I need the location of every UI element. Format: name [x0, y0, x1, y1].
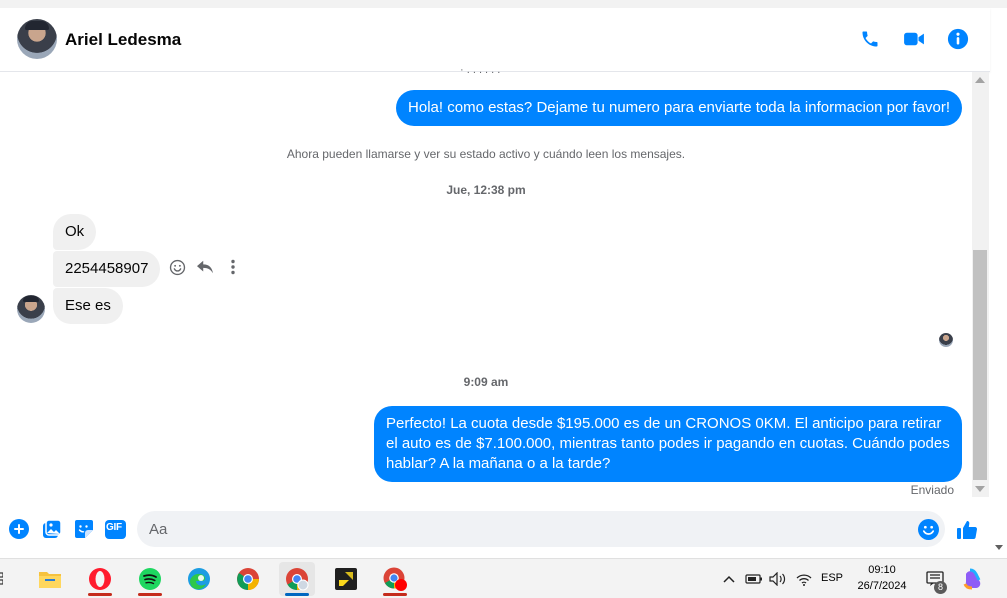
message-list[interactable]: · . . . . . . Hola! como estas? Dejame t…	[0, 64, 972, 502]
truncated-text: · . . . . . .	[460, 64, 501, 76]
more-options-icon[interactable]	[224, 258, 242, 276]
video-call-icon[interactable]	[902, 27, 926, 51]
sent-status: Enviado	[910, 483, 954, 497]
scrollbar-thumb[interactable]	[973, 250, 987, 480]
scroll-down-arrow[interactable]	[975, 486, 985, 492]
scroll-up-arrow[interactable]	[975, 77, 985, 83]
message-actions	[168, 258, 242, 276]
active-indicator	[285, 593, 309, 596]
chrome-profile-icon[interactable]	[279, 562, 315, 596]
notifications-icon[interactable]: 8	[922, 562, 948, 596]
chat-header: Ariel Ledesma	[0, 8, 990, 72]
contact-avatar-small[interactable]	[17, 295, 45, 323]
incoming-message[interactable]: Ok	[53, 214, 97, 250]
edge-icon[interactable]	[181, 562, 217, 596]
running-indicator	[383, 593, 407, 596]
contact-avatar[interactable]	[17, 19, 57, 59]
add-icon[interactable]	[8, 518, 30, 540]
language-indicator[interactable]: ESP	[821, 572, 843, 584]
clock-time: 09:10	[868, 564, 896, 576]
sticker-icon[interactable]	[73, 518, 95, 540]
message-input[interactable]	[137, 511, 945, 547]
show-hidden-icons-chevron[interactable]	[720, 562, 738, 596]
photo-icon[interactable]	[41, 518, 63, 540]
system-notice: Ahora pueden llamarse y ver su estado ac…	[286, 147, 686, 161]
gif-label: GIF	[106, 522, 122, 533]
running-indicator	[138, 593, 162, 596]
messenger-window: Ariel Ledesma · . . . . . . Hola! como e…	[0, 0, 1007, 558]
react-emoji-icon[interactable]	[168, 258, 186, 276]
sticky-notes-icon[interactable]	[328, 562, 364, 596]
incoming-message[interactable]: 2254458907	[53, 251, 161, 287]
volume-icon[interactable]	[766, 562, 790, 596]
battery-icon[interactable]	[742, 562, 766, 596]
timestamp: Jue, 12:38 pm	[446, 183, 526, 197]
clock-date: 26/7/2024	[857, 580, 907, 592]
incoming-message[interactable]: Ese es	[53, 288, 123, 324]
chrome-recording-icon[interactable]	[377, 562, 413, 596]
timestamp: 9:09 am	[463, 375, 509, 389]
outgoing-message[interactable]: Perfecto! La cuota desde $195.000 es de …	[374, 406, 962, 482]
chrome-icon[interactable]	[230, 562, 266, 596]
opera-icon[interactable]	[82, 562, 118, 596]
notification-count-badge: 8	[934, 581, 947, 594]
like-icon[interactable]	[956, 518, 978, 540]
task-view-icon[interactable]	[0, 562, 8, 596]
contact-name[interactable]: Ariel Ledesma	[65, 30, 181, 50]
read-receipt-avatar	[939, 333, 953, 347]
outgoing-message[interactable]: Hola! como estas? Dejame tu numero para …	[396, 90, 962, 126]
info-icon[interactable]	[946, 27, 970, 51]
copilot-icon[interactable]	[957, 562, 989, 596]
file-explorer-icon[interactable]	[32, 562, 68, 596]
composer-bar: GIF	[0, 502, 1007, 558]
gif-icon[interactable]: GIF	[104, 518, 126, 540]
wifi-icon[interactable]	[792, 562, 816, 596]
running-indicator	[88, 593, 112, 596]
reply-icon[interactable]	[196, 258, 214, 276]
clock[interactable]: 09:10 26/7/2024	[852, 562, 912, 594]
window-top-edge	[0, 0, 1007, 8]
emoji-icon[interactable]	[917, 518, 939, 540]
spotify-icon[interactable]	[132, 562, 168, 596]
window-scroll-down-arrow[interactable]	[995, 545, 1003, 550]
phone-icon[interactable]	[858, 27, 882, 51]
taskbar: ESP 09:10 26/7/2024 8	[0, 558, 1007, 598]
